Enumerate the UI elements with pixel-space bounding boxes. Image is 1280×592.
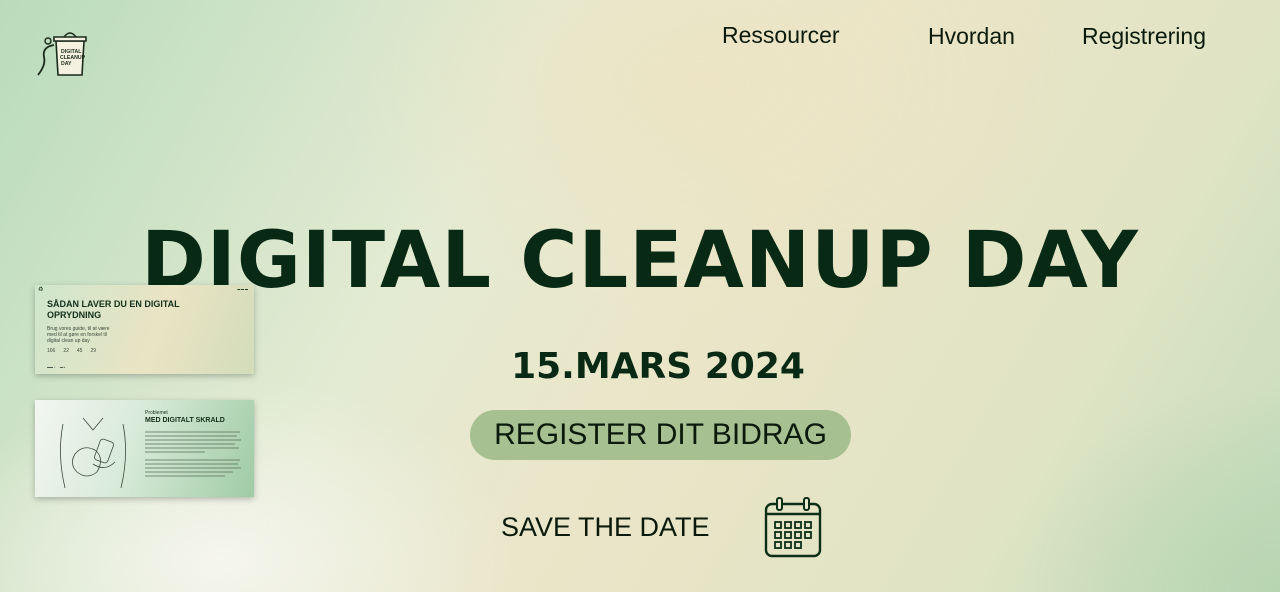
stat-3: 45 bbox=[76, 348, 83, 354]
thumbnail-problem[interactable]: Problemet MED DIGITALT SKRALD bbox=[35, 400, 254, 497]
thumbnail-subtitle: Brug vores guide, til at være med til at… bbox=[47, 326, 110, 344]
nav-link-how[interactable]: Hvordan bbox=[928, 23, 1015, 50]
calendar-icon[interactable] bbox=[764, 496, 822, 558]
stat-4: 29 bbox=[90, 348, 97, 354]
logo-line-3: DAY bbox=[61, 61, 72, 67]
text-lines-placeholder bbox=[145, 431, 241, 477]
register-button[interactable]: REGISTER DIT BIDRAG bbox=[470, 410, 851, 460]
thumbnail-logo-icon: ♻ bbox=[38, 287, 44, 293]
nav-link-registration[interactable]: Registrering bbox=[1082, 23, 1206, 50]
thumbnail-stats: 166 22 45 29 bbox=[47, 348, 96, 354]
thumbnail-footer: ▬▬ ▪ ▬ ▸ bbox=[47, 365, 66, 369]
hands-phone-illustration bbox=[60, 417, 126, 489]
thumbnail-title: SÅDAN LAVER DU EN DIGITAL OPRYDNING bbox=[47, 299, 180, 320]
save-the-date-label: SAVE THE DATE bbox=[501, 512, 710, 542]
thumbnail-guide[interactable]: ♻ ▬ ▬ ▬ SÅDAN LAVER DU EN DIGITAL OPRYDN… bbox=[35, 285, 254, 374]
stat-2: 22 bbox=[63, 348, 69, 354]
thumbnail-nav: ▬ ▬ ▬ bbox=[237, 287, 248, 291]
thumbnail-body-text bbox=[145, 430, 245, 482]
stat-1: 166 bbox=[47, 348, 56, 354]
site-logo[interactable]: DIGITAL CLEANUP DAY bbox=[34, 27, 88, 79]
thumbnail-label: Problemet bbox=[145, 410, 168, 416]
thumbnail-title: MED DIGITALT SKRALD bbox=[145, 417, 225, 424]
nav-link-resources[interactable]: Ressourcer bbox=[722, 22, 840, 49]
